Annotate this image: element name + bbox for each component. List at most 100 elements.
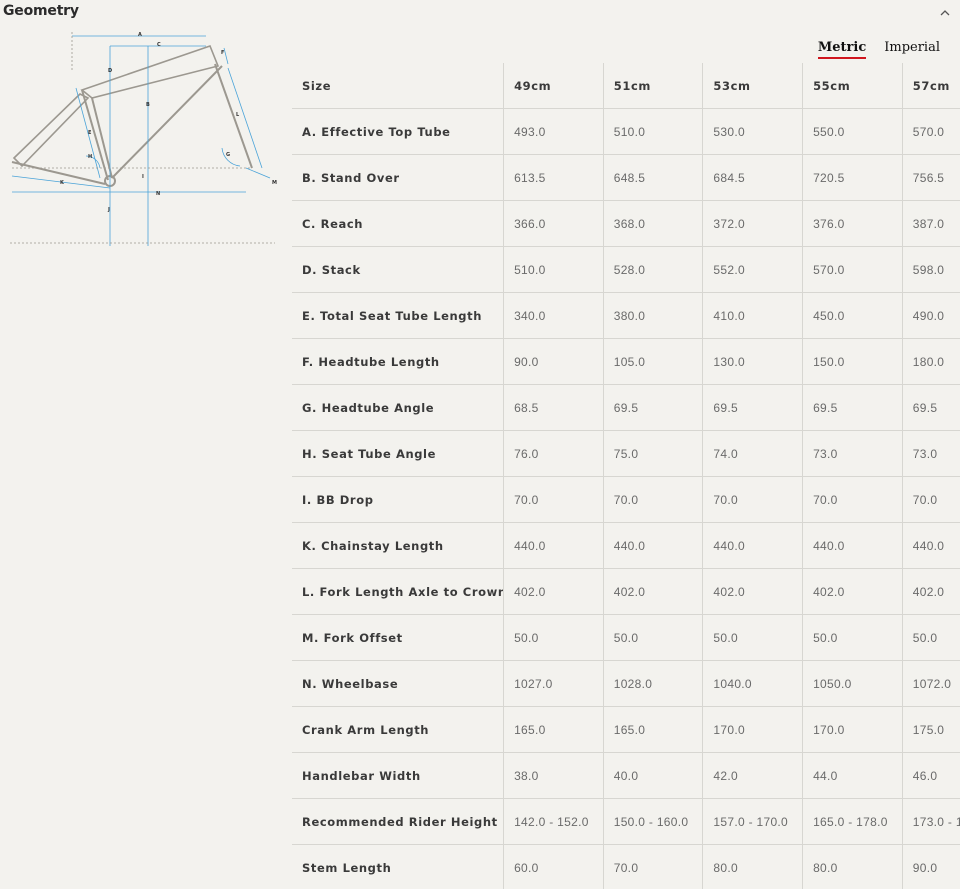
- table-cell: 175.0: [901, 706, 960, 753]
- table-row: K. Chainstay Length 440.0 440.0 440.0 44…: [292, 522, 960, 569]
- table-cell: 70.0: [802, 476, 903, 523]
- table-cell: 450.0: [802, 292, 903, 339]
- table-cell: 402.0: [602, 568, 703, 615]
- unit-switcher: Metric Imperial: [817, 40, 940, 59]
- chevron-up-icon[interactable]: [938, 5, 952, 19]
- size-column-header: 53cm: [702, 63, 803, 109]
- table-cell: 613.5: [503, 154, 604, 201]
- size-column-header: 57cm: [901, 63, 960, 109]
- svg-text:G: G: [226, 152, 230, 158]
- table-cell: 50.0: [503, 614, 604, 661]
- section-title: Geometry: [3, 3, 79, 19]
- table-cell: 173.0 - 18: [901, 798, 960, 845]
- table-cell: 70.0: [901, 476, 960, 523]
- table-cell: 68.5: [503, 384, 604, 431]
- table-cell: 598.0: [901, 246, 960, 293]
- table-cell: 376.0: [802, 200, 903, 247]
- table-row: I. BB Drop 70.0 70.0 70.0 70.0 70.0: [292, 476, 960, 523]
- svg-text:K: K: [60, 180, 65, 186]
- row-label: K. Chainstay Length: [292, 522, 504, 569]
- table-cell: 493.0: [503, 108, 604, 155]
- table-cell: 90.0: [503, 338, 604, 385]
- row-label: Crank Arm Length: [292, 706, 504, 753]
- table-cell: 570.0: [901, 108, 960, 155]
- table-cell: 165.0: [503, 706, 604, 753]
- table-cell: 1027.0: [503, 660, 604, 707]
- size-column-header: 51cm: [602, 63, 703, 109]
- table-cell: 50.0: [802, 614, 903, 661]
- row-label: N. Wheelbase: [292, 660, 504, 707]
- table-cell: 510.0: [503, 246, 604, 293]
- row-label: I. BB Drop: [292, 476, 504, 523]
- table-cell: 410.0: [702, 292, 803, 339]
- table-cell: 74.0: [702, 430, 803, 477]
- table-row: M. Fork Offset 50.0 50.0 50.0 50.0 50.0: [292, 614, 960, 661]
- table-cell: 440.0: [702, 522, 803, 569]
- table-cell: 44.0: [802, 752, 903, 799]
- table-cell: 402.0: [503, 568, 604, 615]
- table-cell: 38.0: [503, 752, 604, 799]
- size-header: Size: [292, 63, 504, 109]
- tab-metric[interactable]: Metric: [817, 40, 867, 59]
- bike-frame: [11, 44, 253, 187]
- table-row: Stem Length 60.0 70.0 80.0 80.0 90.0: [292, 844, 960, 889]
- table-cell: 80.0: [702, 844, 803, 889]
- table-cell: 180.0: [901, 338, 960, 385]
- svg-text:F: F: [221, 50, 224, 56]
- table-row: Handlebar Width 38.0 40.0 42.0 44.0 46.0: [292, 752, 960, 799]
- row-label: F. Headtube Length: [292, 338, 504, 385]
- table-cell: 40.0: [602, 752, 703, 799]
- size-column-header: 49cm: [503, 63, 604, 109]
- row-label: H. Seat Tube Angle: [292, 430, 504, 477]
- table-cell: 648.5: [602, 154, 703, 201]
- table-cell: 76.0: [503, 430, 604, 477]
- svg-text:C: C: [157, 42, 161, 48]
- table-row: Recommended Rider Height 142.0 - 152.0 1…: [292, 798, 960, 845]
- table-cell: 165.0 - 178.0: [802, 798, 903, 845]
- table-row: D. Stack 510.0 528.0 552.0 570.0 598.0: [292, 246, 960, 293]
- table-cell: 402.0: [702, 568, 803, 615]
- table-cell: 70.0: [602, 476, 703, 523]
- row-label: L. Fork Length Axle to Crown: [292, 568, 504, 615]
- table-cell: 46.0: [901, 752, 960, 799]
- table-row: G. Headtube Angle 68.5 69.5 69.5 69.5 69…: [292, 384, 960, 431]
- table-cell: 70.0: [702, 476, 803, 523]
- row-label: Handlebar Width: [292, 752, 504, 799]
- table-cell: 440.0: [901, 522, 960, 569]
- table-row: A. Effective Top Tube 493.0 510.0 530.0 …: [292, 108, 960, 155]
- table-cell: 50.0: [901, 614, 960, 661]
- row-label: C. Reach: [292, 200, 504, 247]
- geometry-header: Geometry: [0, 0, 960, 26]
- svg-text:A: A: [138, 32, 142, 38]
- table-cell: 80.0: [802, 844, 903, 889]
- table-cell: 440.0: [602, 522, 703, 569]
- size-column-header: 55cm: [802, 63, 903, 109]
- table-row: B. Stand Over 613.5 648.5 684.5 720.5 75…: [292, 154, 960, 201]
- table-row: C. Reach 366.0 368.0 372.0 376.0 387.0: [292, 200, 960, 247]
- table-cell: 69.5: [702, 384, 803, 431]
- tab-imperial[interactable]: Imperial: [884, 40, 940, 59]
- row-label: M. Fork Offset: [292, 614, 504, 661]
- table-cell: 387.0: [901, 200, 960, 247]
- table-cell: 402.0: [802, 568, 903, 615]
- svg-text:D: D: [108, 68, 112, 74]
- table-header-row: Size 49cm 51cm 53cm 55cm 57cm: [292, 63, 960, 109]
- table-row: F. Headtube Length 90.0 105.0 130.0 150.…: [292, 338, 960, 385]
- table-cell: 150.0: [802, 338, 903, 385]
- table-cell: 73.0: [802, 430, 903, 477]
- table-row: H. Seat Tube Angle 76.0 75.0 74.0 73.0 7…: [292, 430, 960, 477]
- row-label: A. Effective Top Tube: [292, 108, 504, 155]
- table-cell: 720.5: [802, 154, 903, 201]
- table-cell: 42.0: [702, 752, 803, 799]
- table-row: L. Fork Length Axle to Crown 402.0 402.0…: [292, 568, 960, 615]
- dimension-lines: [11, 35, 271, 246]
- table-cell: 73.0: [901, 430, 960, 477]
- table-cell: 372.0: [702, 200, 803, 247]
- table-cell: 530.0: [702, 108, 803, 155]
- table-cell: 366.0: [503, 200, 604, 247]
- table-cell: 170.0: [702, 706, 803, 753]
- table-cell: 402.0: [901, 568, 960, 615]
- table-cell: 50.0: [602, 614, 703, 661]
- table-cell: 756.5: [901, 154, 960, 201]
- table-cell: 550.0: [802, 108, 903, 155]
